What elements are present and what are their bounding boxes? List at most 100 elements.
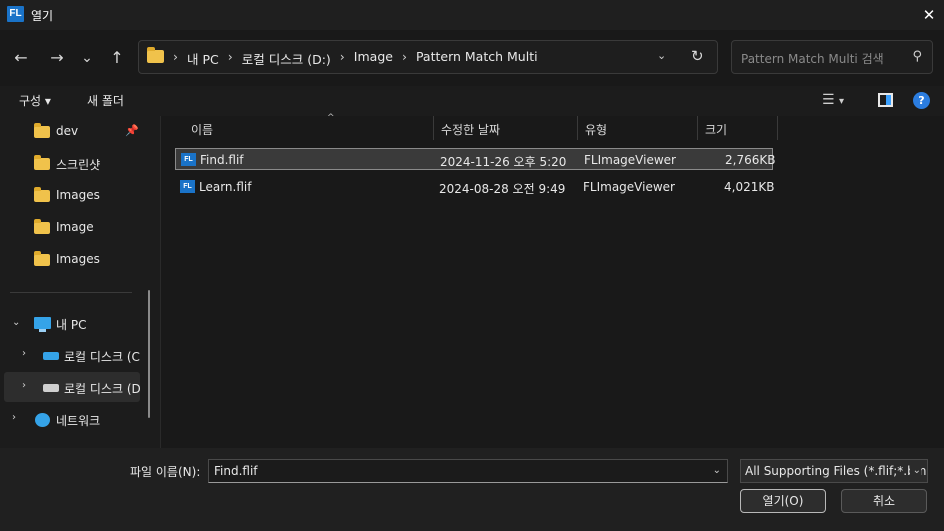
navigation-bar: ← → ⌄ ↑ › 내 PC › 로컬 디스크 (D:) › Image › P…	[0, 30, 944, 86]
folder-icon	[34, 219, 50, 234]
navigation-pane: dev 📌 스크린샷 Images Image Images ⌄ 내 PC › …	[0, 116, 158, 448]
address-dropdown-button[interactable]: ⌄	[657, 49, 666, 62]
recent-locations-button[interactable]: ⌄	[76, 47, 98, 69]
forward-button[interactable]: →	[46, 47, 68, 69]
flif-file-icon: FL	[181, 153, 196, 166]
cancel-button[interactable]: 취소	[841, 489, 927, 513]
search-box[interactable]: Pattern Match Multi 검색 ⚲	[731, 40, 933, 74]
back-button[interactable]: ←	[10, 47, 32, 69]
view-options-button[interactable]: ☰ ▾	[822, 92, 844, 108]
computer-icon	[34, 317, 51, 332]
chevron-right-icon: ›	[173, 49, 178, 64]
file-modified: 2024-11-26 오후 5:20	[440, 155, 567, 169]
sidebar-item-images[interactable]: Images	[0, 180, 142, 210]
sort-ascending-icon: ^	[327, 113, 335, 123]
filename-value: Find.flif	[214, 464, 258, 478]
app-icon: FL	[7, 6, 24, 22]
breadcrumb-this-pc[interactable]: 내 PC	[187, 49, 219, 68]
dialog-footer: 파일 이름(N): Find.flif ⌄ All Supporting Fil…	[0, 448, 944, 531]
preview-pane-button[interactable]	[878, 93, 893, 107]
filename-label: 파일 이름(N):	[130, 465, 201, 479]
breadcrumb-pattern-match-multi[interactable]: Pattern Match Multi	[416, 49, 538, 68]
file-modified: 2024-08-28 오전 9:49	[439, 182, 566, 196]
pin-icon[interactable]: 📌	[125, 124, 139, 137]
folder-icon	[147, 47, 164, 63]
sidebar-item-label: Images	[56, 188, 100, 202]
sidebar-item-drive-d[interactable]: › 로컬 디스크 (D	[0, 372, 142, 402]
window-title: 열기	[31, 9, 54, 23]
folder-icon	[34, 251, 50, 266]
search-input[interactable]: Pattern Match Multi 검색	[741, 50, 884, 67]
sidebar-item-label: 스크린샷	[56, 158, 101, 172]
close-button[interactable]: ✕	[914, 0, 944, 30]
open-button[interactable]: 열기(O)	[740, 489, 826, 513]
sidebar-item-dev[interactable]: dev 📌	[0, 116, 142, 146]
chevron-down-icon: ▾	[839, 96, 845, 107]
breadcrumb-drive-d[interactable]: 로컬 디스크 (D:)	[242, 49, 331, 68]
column-header-name[interactable]: 이름 ^	[183, 113, 433, 140]
column-header-label: 수정한 날짜	[441, 123, 501, 137]
file-list: 이름 ^ 수정한 날짜 유형 크기 FL Find.flif 2024-11-2…	[160, 113, 944, 448]
new-folder-button[interactable]: 새 폴더	[87, 92, 124, 109]
column-header-label: 이름	[191, 123, 214, 137]
network-icon	[35, 413, 50, 427]
sidebar-item-this-pc[interactable]: ⌄ 내 PC	[0, 308, 142, 338]
chevron-down-icon[interactable]: ⌄	[713, 465, 721, 476]
filename-field[interactable]: Find.flif ⌄	[208, 459, 728, 483]
flif-file-icon: FL	[180, 180, 195, 193]
file-name: Learn.flif	[199, 180, 252, 194]
folder-icon	[34, 187, 50, 202]
file-size: 4,021KB	[724, 180, 775, 194]
sidebar-item-images-2[interactable]: Images	[0, 244, 142, 274]
address-bar[interactable]: › 내 PC › 로컬 디스크 (D:) › Image › Pattern M…	[138, 40, 718, 74]
file-type: FLImageViewer	[584, 153, 676, 167]
title-bar: FL 열기 ✕	[0, 0, 944, 30]
column-header-size[interactable]: 크기	[697, 116, 777, 140]
sidebar-divider	[10, 292, 132, 293]
sidebar-item-label: Images	[56, 252, 100, 266]
sidebar-item-image[interactable]: Image	[0, 212, 142, 242]
sidebar-item-label: Image	[56, 220, 94, 234]
sidebar-item-label: 네트워크	[56, 414, 101, 428]
sidebar-item-label: 내 PC	[56, 318, 87, 332]
sidebar-item-label: 로컬 디스크 (C	[64, 350, 140, 364]
sidebar-item-network[interactable]: › 네트워크	[0, 404, 142, 434]
breadcrumb-image[interactable]: Image	[354, 49, 393, 68]
column-header-modified[interactable]: 수정한 날짜	[433, 116, 577, 140]
column-header-type[interactable]: 유형	[577, 116, 697, 140]
sidebar-scrollbar[interactable]	[148, 290, 150, 418]
chevron-down-icon[interactable]: ⌄	[12, 317, 20, 328]
filetype-value: All Supporting Files (*.flif;*.bm	[745, 464, 927, 478]
column-header-label: 크기	[705, 123, 728, 137]
file-type: FLImageViewer	[583, 180, 675, 194]
list-view-icon: ☰	[822, 92, 835, 108]
up-button[interactable]: ↑	[106, 47, 128, 69]
file-name: Find.flif	[200, 153, 244, 167]
chevron-right-icon[interactable]: ›	[12, 412, 16, 423]
drive-icon	[43, 384, 59, 392]
chevron-down-icon[interactable]: ⌄	[909, 465, 921, 476]
table-row[interactable]: FL Find.flif 2024-11-26 오후 5:20 FLImageV…	[175, 148, 775, 170]
chevron-right-icon: ›	[227, 49, 233, 64]
command-bar: 구성 ▾ 새 폴더 ☰ ▾ ?	[0, 86, 944, 116]
search-icon[interactable]: ⚲	[912, 49, 922, 64]
refresh-icon: ↻	[691, 47, 704, 65]
organize-button[interactable]: 구성 ▾	[19, 92, 51, 109]
refresh-button[interactable]: ↻	[691, 47, 704, 65]
help-button[interactable]: ?	[913, 92, 930, 109]
table-row[interactable]: FL Learn.flif 2024-08-28 오전 9:49 FLImage…	[175, 176, 775, 198]
breadcrumb: › 내 PC › 로컬 디스크 (D:) › Image › Pattern M…	[173, 49, 538, 68]
sidebar-item-drive-c[interactable]: › 로컬 디스크 (C	[0, 340, 142, 370]
folder-icon	[34, 123, 50, 138]
close-icon: ✕	[922, 6, 936, 24]
folder-icon	[34, 155, 50, 170]
drive-icon	[43, 352, 59, 360]
filetype-select[interactable]: All Supporting Files (*.flif;*.bm ⌄	[740, 459, 928, 483]
sidebar-item-screenshots[interactable]: 스크린샷	[0, 148, 142, 178]
column-divider[interactable]	[777, 116, 778, 140]
chevron-right-icon[interactable]: ›	[22, 348, 26, 359]
chevron-right-icon[interactable]: ›	[22, 380, 26, 391]
sidebar-item-label: 로컬 디스크 (D	[64, 382, 140, 396]
column-header-label: 유형	[585, 123, 608, 137]
chevron-right-icon: ›	[339, 49, 345, 64]
